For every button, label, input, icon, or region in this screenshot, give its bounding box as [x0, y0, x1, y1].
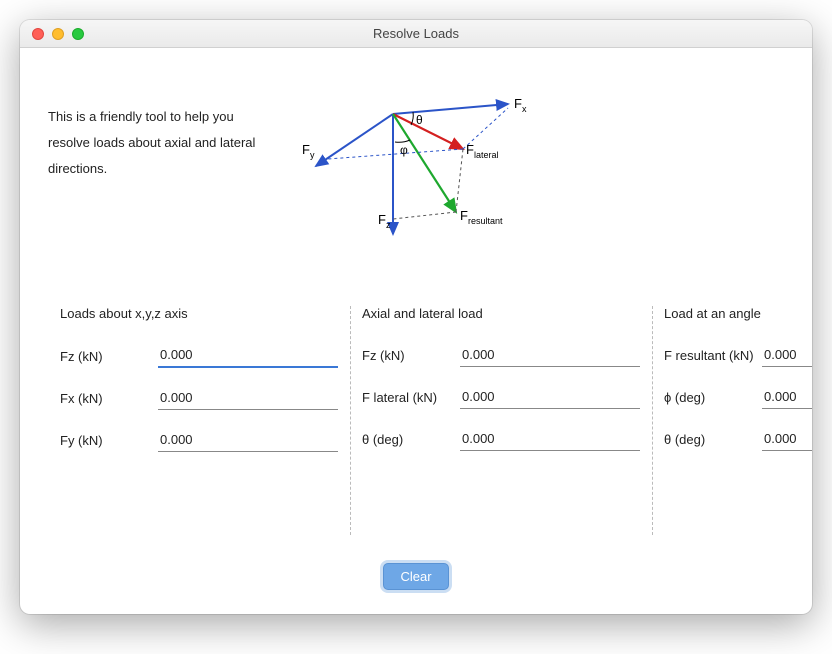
- vector-diagram: Fx Fy Fz Flateral Fresultant θ φ: [298, 94, 558, 252]
- field-theta2: θ (deg): [664, 427, 812, 451]
- field-label: ϕ (deg): [664, 390, 762, 409]
- group-title: Axial and lateral load: [362, 306, 640, 321]
- group-xyz: Loads about x,y,z axis Fz (kN) Fx (kN) F…: [48, 306, 350, 555]
- field-label: θ (deg): [362, 432, 460, 451]
- fz2-input[interactable]: [460, 343, 640, 367]
- svg-text:Fresultant: Fresultant: [460, 208, 503, 226]
- field-label: θ (deg): [664, 432, 762, 451]
- field-fz: Fz (kN): [60, 343, 338, 368]
- content-area: This is a friendly tool to help you reso…: [20, 48, 812, 614]
- svg-text:Fz: Fz: [378, 212, 391, 230]
- theta2-input[interactable]: [762, 427, 812, 451]
- group-axial: Axial and lateral load Fz (kN) F lateral…: [350, 306, 652, 555]
- field-label: Fz (kN): [60, 349, 158, 368]
- fres-input[interactable]: [762, 343, 812, 367]
- field-label: F lateral (kN): [362, 390, 460, 409]
- svg-text:φ: φ: [400, 143, 408, 157]
- field-label: Fx (kN): [60, 391, 158, 410]
- fz-input[interactable]: [158, 343, 338, 368]
- group-angle: Load at an angle F resultant (kN) ϕ (deg…: [652, 306, 812, 555]
- fy-input[interactable]: [158, 428, 338, 452]
- svg-text:Fy: Fy: [302, 142, 315, 160]
- field-label: Fy (kN): [60, 433, 158, 452]
- field-fres: F resultant (kN): [664, 343, 812, 367]
- footer: Clear: [48, 555, 784, 590]
- titlebar: Resolve Loads: [20, 20, 812, 48]
- clear-button[interactable]: Clear: [383, 563, 448, 590]
- svg-text:Fx: Fx: [514, 96, 527, 114]
- flat-input[interactable]: [460, 385, 640, 409]
- field-theta: θ (deg): [362, 427, 640, 451]
- theta-input[interactable]: [460, 427, 640, 451]
- phi-input[interactable]: [762, 385, 812, 409]
- group-title: Loads about x,y,z axis: [60, 306, 338, 321]
- field-label: Fz (kN): [362, 348, 460, 367]
- field-fz2: Fz (kN): [362, 343, 640, 367]
- fx-input[interactable]: [158, 386, 338, 410]
- intro-row: This is a friendly tool to help you reso…: [48, 94, 784, 252]
- app-window: Resolve Loads This is a friendly tool to…: [20, 20, 812, 614]
- field-phi: ϕ (deg): [664, 385, 812, 409]
- intro-text: This is a friendly tool to help you reso…: [48, 94, 278, 182]
- input-columns: Loads about x,y,z axis Fz (kN) Fx (kN) F…: [48, 292, 784, 555]
- field-label: F resultant (kN): [664, 348, 762, 367]
- window-title: Resolve Loads: [20, 26, 812, 41]
- svg-text:Flateral: Flateral: [466, 142, 498, 160]
- field-flat: F lateral (kN): [362, 385, 640, 409]
- field-fy: Fy (kN): [60, 428, 338, 452]
- svg-text:θ: θ: [416, 113, 423, 127]
- group-title: Load at an angle: [664, 306, 812, 321]
- field-fx: Fx (kN): [60, 386, 338, 410]
